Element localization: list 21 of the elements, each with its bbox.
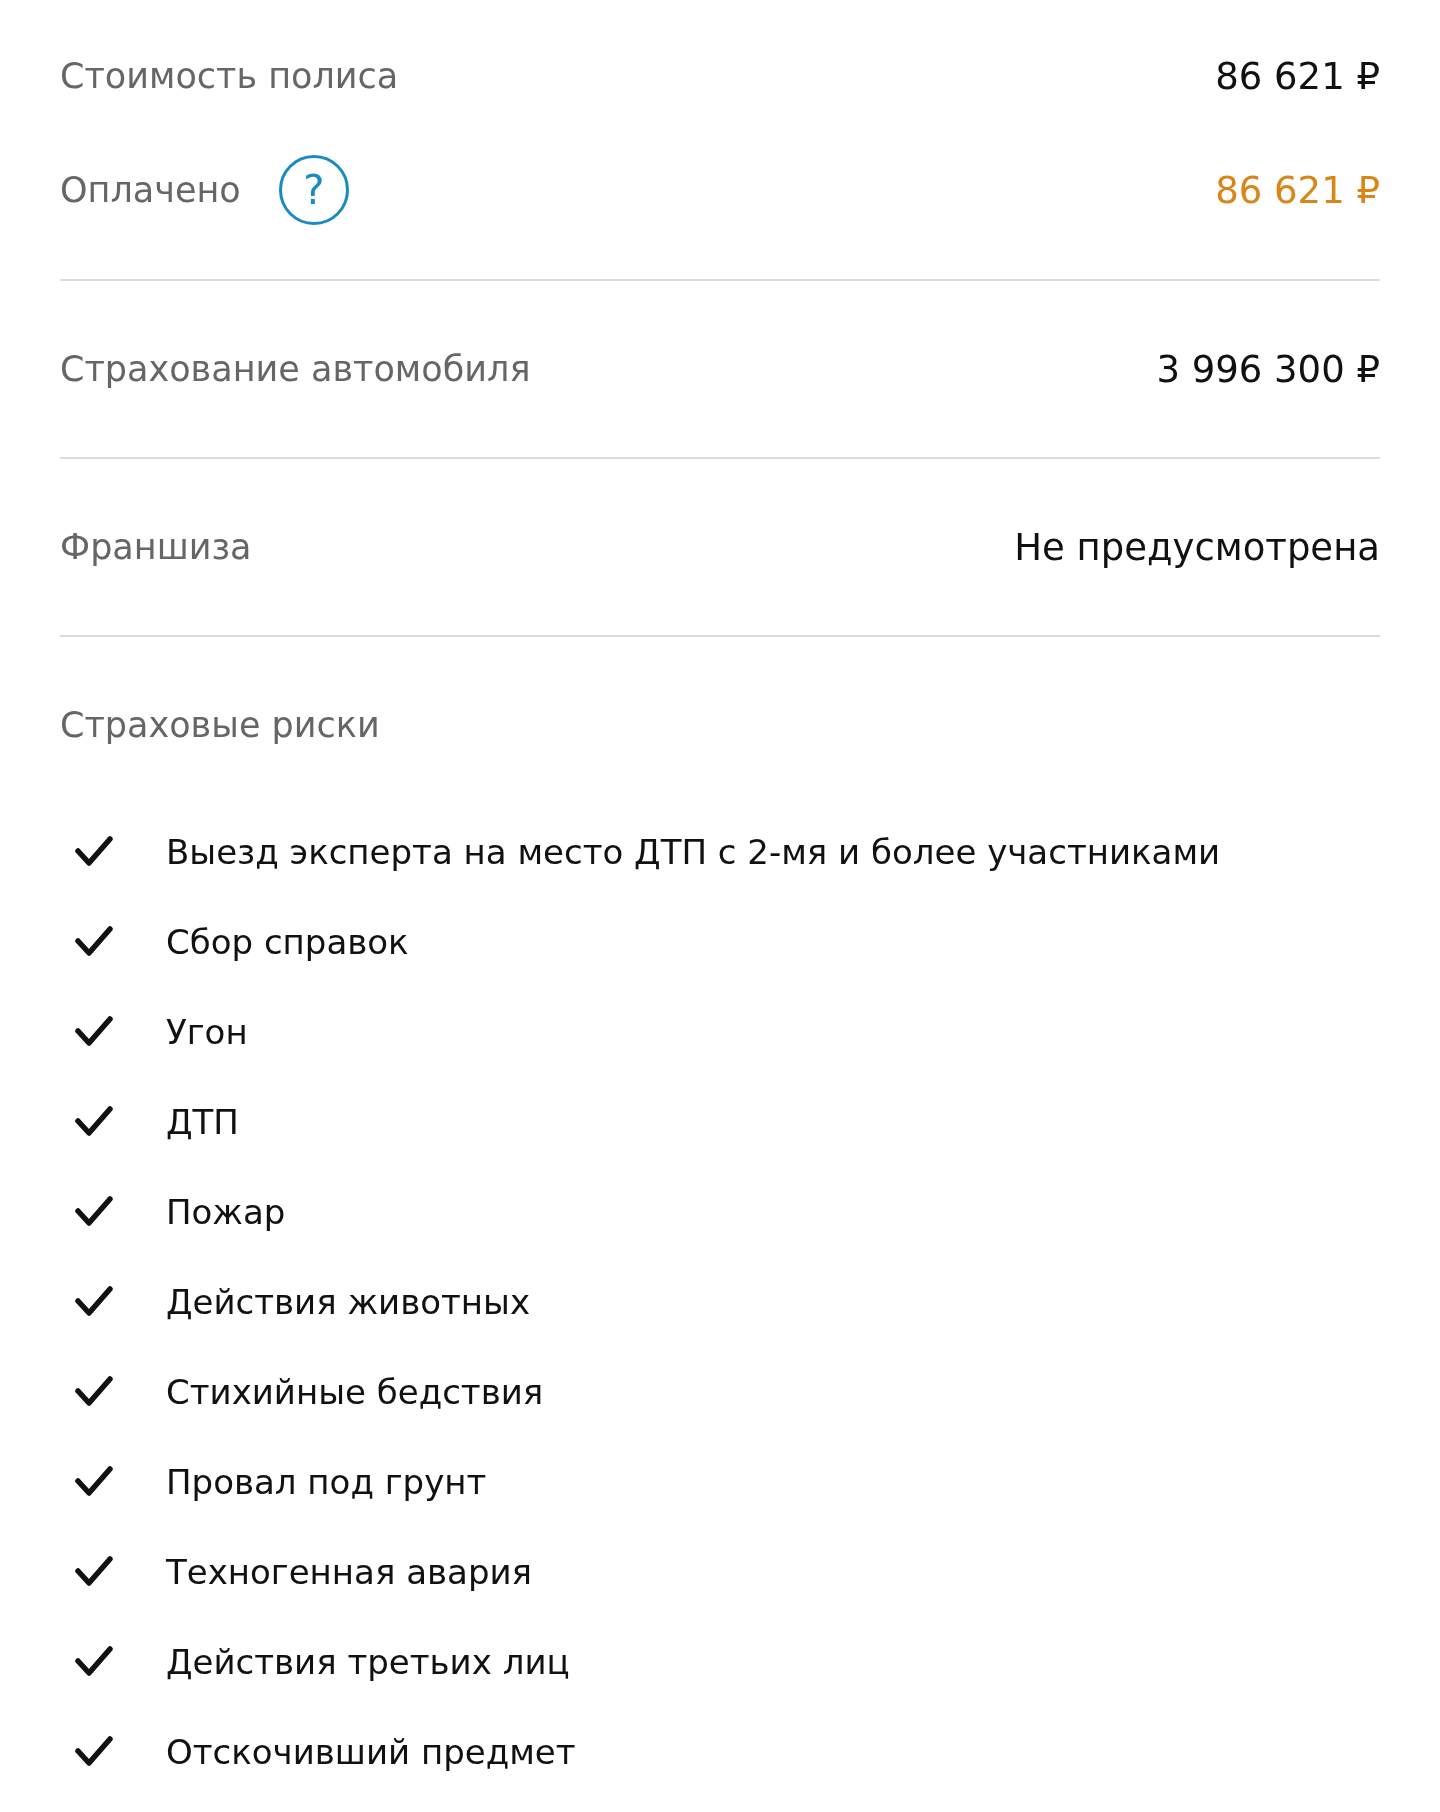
help-button[interactable]: ? [278, 155, 349, 225]
detail-label: Страхование автомобиля [60, 349, 531, 389]
risk-label: Провал под грунт [166, 1462, 487, 1502]
risk-label: ДТП [166, 1102, 239, 1142]
risk-label: Действия третьих лиц [166, 1642, 570, 1682]
summary-label: Оплачено [60, 170, 241, 210]
risk-label: Пожар [166, 1192, 286, 1232]
detail-label: Франшиза [60, 527, 252, 567]
summary-label: Стоимость полиса [60, 56, 399, 96]
risk-label: Техногенная авария [166, 1552, 532, 1592]
detail-value: Не предусмотрена [1014, 525, 1380, 569]
risk-label: Выезд эксперта на место ДТП с 2-мя и более участниками [166, 832, 1221, 872]
summary-value: 86 621 ₽ [1215, 54, 1380, 98]
detail-value: 3 996 300 ₽ [1156, 347, 1380, 391]
risk-label: Сбор справок [166, 922, 409, 962]
risk-label: Действия животных [166, 1282, 531, 1322]
risk-label: Отскочивший предмет [166, 1732, 576, 1772]
summary-value: 86 621 ₽ [1215, 168, 1380, 212]
risk-label: Угон [166, 1012, 248, 1052]
risk-label: Стихийные бедствия [166, 1372, 544, 1412]
section-title: Страховые риски [60, 705, 380, 745]
